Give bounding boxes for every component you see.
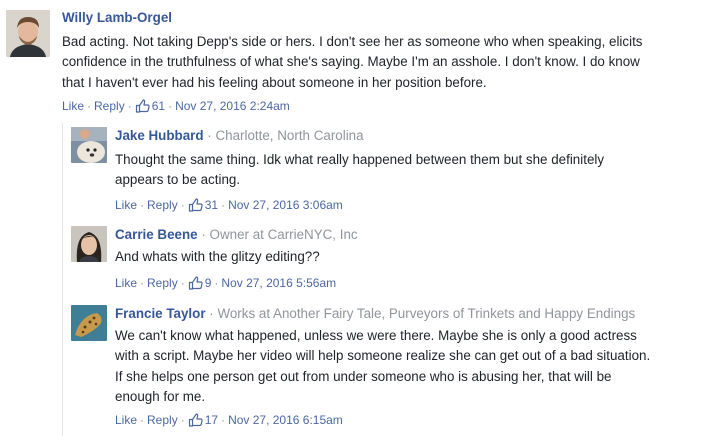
timestamp[interactable]: Nov 27, 2016 2:24am <box>175 99 290 113</box>
comment-author[interactable]: Francie Taylor · Works at Another Fairy … <box>115 306 635 321</box>
separator-dot: · <box>221 198 226 212</box>
separator-dot: · <box>180 198 185 212</box>
author-meta: Works at Another Fairy Tale, Purveyors o… <box>217 306 636 321</box>
thumbs-up-icon[interactable] <box>188 198 203 212</box>
thumbs-up-icon[interactable] <box>188 276 203 290</box>
like-link[interactable]: Like <box>115 276 137 290</box>
comment-actions: Like · Reply · 31 · Nov 27, 2016 3:06am <box>115 198 343 212</box>
comment-actions: Like · Reply · 9 · Nov 27, 2016 5:56am <box>115 276 336 290</box>
comment-text: We can't know what happened, unless we w… <box>115 328 651 404</box>
timestamp[interactable]: Nov 27, 2016 6:15am <box>228 413 343 427</box>
reply-thread-line <box>62 123 63 436</box>
separator-dot: · <box>87 99 92 113</box>
like-count[interactable]: 31 <box>205 198 218 212</box>
comment-text: Bad acting. Not taking Depp's side or he… <box>62 34 643 90</box>
avatar[interactable] <box>71 127 107 163</box>
separator-dot: · <box>197 227 210 242</box>
thumbs-up-icon[interactable] <box>135 99 150 113</box>
comment-author[interactable]: Carrie Beene · Owner at CarrieNYC, Inc <box>115 227 358 242</box>
avatar[interactable] <box>71 305 107 341</box>
comment-author[interactable]: Willy Lamb-Orgel <box>62 10 172 25</box>
comment-text: Thought the same thing. Idk what really … <box>115 152 605 188</box>
like-count[interactable]: 9 <box>205 276 212 290</box>
author-meta: Owner at CarrieNYC, Inc <box>209 227 358 242</box>
author-meta: Charlotte, North Carolina <box>215 128 364 143</box>
timestamp[interactable]: Nov 27, 2016 3:06am <box>228 198 343 212</box>
avatar[interactable] <box>71 226 107 262</box>
reply-link[interactable]: Reply <box>147 276 178 290</box>
like-link[interactable]: Like <box>115 198 137 212</box>
like-link[interactable]: Like <box>115 413 137 427</box>
like-count[interactable]: 61 <box>152 99 165 113</box>
avatar[interactable] <box>6 10 50 57</box>
separator-dot: · <box>127 99 132 113</box>
separator-dot: · <box>180 276 185 290</box>
thumbs-up-icon[interactable] <box>188 413 203 427</box>
reply-link[interactable]: Reply <box>147 198 178 212</box>
separator-dot: · <box>221 413 226 427</box>
like-link[interactable]: Like <box>62 99 84 113</box>
separator-dot: · <box>140 413 145 427</box>
comment-text: And whats with the glitzy editing?? <box>115 249 320 264</box>
timestamp[interactable]: Nov 27, 2016 5:56am <box>221 276 336 290</box>
comment-actions: Like · Reply · 61 · Nov 27, 2016 2:24am <box>62 99 290 113</box>
reply-link[interactable]: Reply <box>147 413 178 427</box>
separator-dot: · <box>180 413 185 427</box>
separator-dot: · <box>203 128 216 143</box>
reply-link[interactable]: Reply <box>94 99 125 113</box>
separator-dot: · <box>205 306 218 321</box>
like-count[interactable]: 17 <box>205 413 218 427</box>
separator-dot: · <box>214 276 219 290</box>
separator-dot: · <box>140 198 145 212</box>
comment-actions: Like · Reply · 17 · Nov 27, 2016 6:15am <box>115 413 343 427</box>
comment-author[interactable]: Jake Hubbard · Charlotte, North Carolina <box>115 128 364 143</box>
separator-dot: · <box>168 99 173 113</box>
separator-dot: · <box>140 276 145 290</box>
